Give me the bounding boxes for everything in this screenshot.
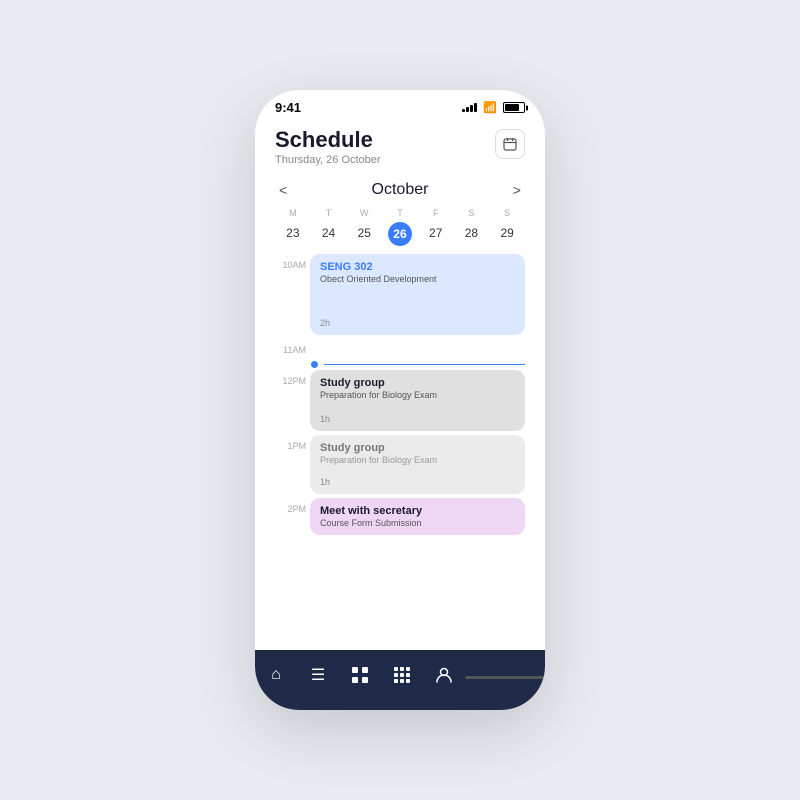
- event-studygroup1-duration: 1h: [320, 414, 515, 424]
- profile-icon: [433, 664, 455, 686]
- event-seng302-duration: 2h: [320, 318, 515, 328]
- grid-icon: [391, 664, 413, 686]
- day-header-tue: T: [311, 208, 347, 218]
- time-dot: [311, 361, 318, 368]
- time-label-1pm: 1PM: [275, 435, 310, 451]
- event-studygroup1-title: Study group: [320, 377, 515, 389]
- time-line: [324, 364, 525, 365]
- event-meetsecretary-subtitle: Course Form Submission: [320, 518, 515, 528]
- day-header-wed: W: [346, 208, 382, 218]
- week-calendar: M T W T F S S 23 24 25 26 27 28 29: [255, 204, 545, 254]
- event-studygroup2-container: Study group Preparation for Biology Exam…: [310, 435, 525, 498]
- time-label-10am: 10AM: [275, 254, 310, 270]
- event-seng302-spacer: [320, 284, 515, 314]
- time-label-12pm: 12PM: [275, 370, 310, 386]
- day-header-fri: F: [418, 208, 454, 218]
- event-studygroup2-subtitle: Preparation for Biology Exam: [320, 455, 515, 465]
- home-icon: ⌂: [265, 664, 287, 686]
- time-slot-2pm: 2PM Meet with secretary Course Form Subm…: [275, 498, 525, 539]
- event-studygroup1-subtitle: Preparation for Biology Exam: [320, 390, 515, 400]
- nav-grid[interactable]: [381, 660, 423, 690]
- page-subtitle: Thursday, 26 October: [275, 154, 381, 166]
- day-numbers: 23 24 25 26 27 28 29: [275, 222, 525, 246]
- nav-list[interactable]: ☰: [297, 660, 339, 690]
- nav-calendar-grid[interactable]: [339, 660, 381, 690]
- status-time: 9:41: [275, 100, 301, 115]
- day-header-mon: M: [275, 208, 311, 218]
- nav-home[interactable]: ⌂: [255, 660, 297, 690]
- bottom-nav: ⌂ ☰: [255, 650, 545, 710]
- day-27[interactable]: 27: [418, 222, 454, 246]
- schedule-area: 10AM SENG 302 Obect Oriented Development…: [255, 254, 545, 539]
- signal-icon: [462, 103, 477, 112]
- event-seng302[interactable]: SENG 302 Obect Oriented Development 2h: [310, 254, 525, 335]
- month-nav: < October >: [255, 176, 545, 204]
- list-icon: ☰: [307, 664, 329, 686]
- event-studygroup2-title: Study group: [320, 442, 515, 454]
- day-29[interactable]: 29: [489, 222, 525, 246]
- event-studygroup2-duration: 1h: [320, 477, 515, 487]
- event-studygroup2[interactable]: Study group Preparation for Biology Exam…: [310, 435, 525, 494]
- day-28[interactable]: 28: [454, 222, 490, 246]
- event-seng302-subtitle: Obect Oriented Development: [320, 274, 515, 284]
- event-studygroup1-container: Study group Preparation for Biology Exam…: [310, 370, 525, 435]
- month-title: October: [372, 181, 429, 199]
- calendar-icon-button[interactable]: [495, 129, 525, 159]
- time-label-2pm: 2PM: [275, 498, 310, 514]
- page-title: Schedule: [275, 127, 381, 153]
- day-header-sun: S: [489, 208, 525, 218]
- time-slot-11am: 11AM: [275, 339, 525, 359]
- nav-profile[interactable]: [423, 660, 465, 690]
- prev-month-button[interactable]: <: [275, 180, 291, 200]
- day-header-thu: T: [382, 208, 418, 218]
- event-seng302-title: SENG 302: [320, 261, 515, 273]
- home-indicator: [465, 676, 545, 679]
- event-seng302-container: SENG 302 Obect Oriented Development 2h: [310, 254, 525, 339]
- day-26-today[interactable]: 26: [388, 222, 412, 246]
- page-header: Schedule Thursday, 26 October: [255, 119, 545, 176]
- event-meetsecretary-title: Meet with secretary: [320, 505, 515, 517]
- event-meetsecretary[interactable]: Meet with secretary Course Form Submissi…: [310, 498, 525, 535]
- status-icons: 📶: [462, 101, 525, 114]
- time-slot-1pm: 1PM Study group Preparation for Biology …: [275, 435, 525, 498]
- next-month-button[interactable]: >: [509, 180, 525, 200]
- battery-icon: [503, 102, 525, 113]
- event-studygroup1[interactable]: Study group Preparation for Biology Exam…: [310, 370, 525, 431]
- header-text: Schedule Thursday, 26 October: [275, 127, 381, 166]
- day-header-sat: S: [454, 208, 490, 218]
- day-23[interactable]: 23: [275, 222, 311, 246]
- status-bar: 9:41 📶: [255, 90, 545, 119]
- day-headers: M T W T F S S: [275, 208, 525, 218]
- wifi-icon: 📶: [483, 101, 497, 114]
- event-meetsecretary-container: Meet with secretary Course Form Submissi…: [310, 498, 525, 539]
- day-24[interactable]: 24: [311, 222, 347, 246]
- time-slot-12pm: 12PM Study group Preparation for Biology…: [275, 370, 525, 435]
- calendar-grid-icon: [349, 664, 371, 686]
- current-time-indicator: [275, 361, 525, 368]
- day-25[interactable]: 25: [346, 222, 382, 246]
- content-area: Schedule Thursday, 26 October < October …: [255, 119, 545, 650]
- time-label-11am: 11AM: [275, 339, 310, 355]
- 11am-content: [310, 339, 525, 359]
- phone-frame: 9:41 📶 Schedule Thursday, 26 October: [255, 90, 545, 710]
- time-slot-10am: 10AM SENG 302 Obect Oriented Development…: [275, 254, 525, 339]
